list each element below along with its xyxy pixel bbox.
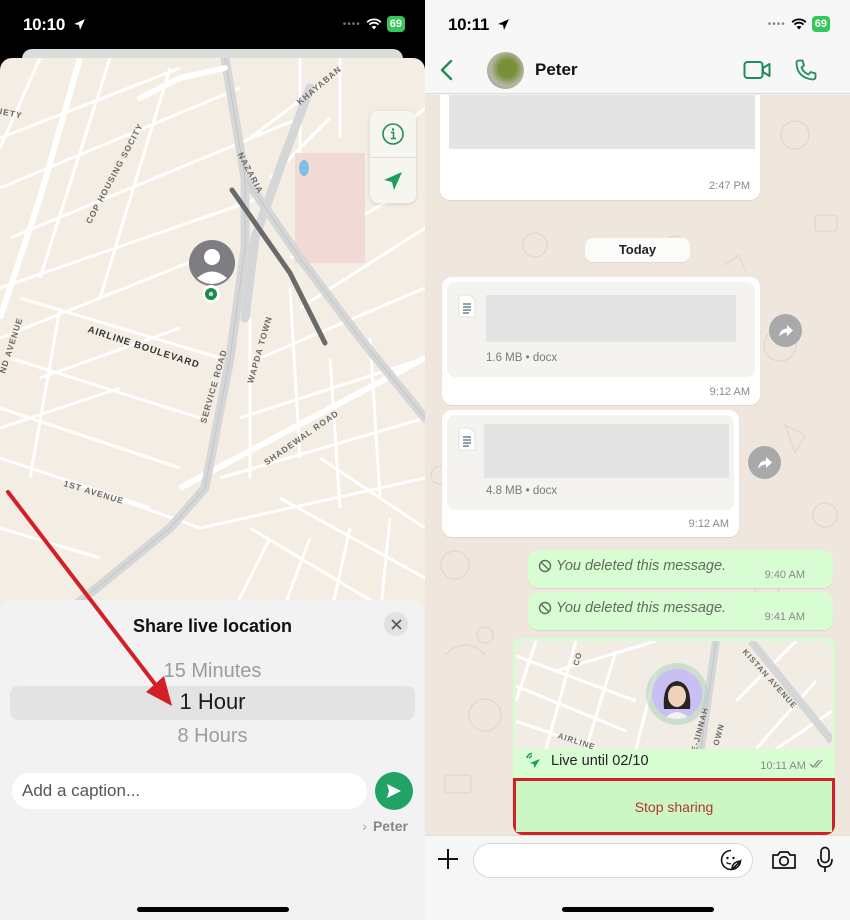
chat-messages[interactable]: 2:47 PM Today 1.6 MB • docx 9:12 AM 4.8 … [425,95,850,835]
document-card[interactable]: 4.8 MB • docx [447,415,734,510]
message-time: 9:12 AM [709,386,750,398]
forward-button[interactable] [769,314,802,347]
home-indicator [561,907,714,912]
double-check-icon [809,759,823,768]
status-bar: 10:10 •••• 69 [0,0,425,50]
status-bar: 10:11 •••• 69 [425,0,850,50]
cellular-signal-icon: •••• [342,18,361,30]
chat-screen: 10:11 •••• 69 Peter 2:47 PM Today 1.6 MB… [425,0,850,920]
forward-icon [757,456,772,469]
location-arrow-icon [384,171,402,190]
map-controls [370,111,416,203]
info-icon [382,123,404,145]
share-location-screen: 10:10 •••• 69 KHAYABAN COP HOUSING SOCIT… [0,0,425,920]
close-button[interactable] [384,612,408,636]
contact-name[interactable]: Peter [535,60,578,80]
caption-input[interactable] [12,773,367,809]
message-time: 9:40 AM [764,569,805,581]
deleted-message-text: You deleted this message. [538,558,726,574]
message-time: 10:11 AM [760,759,825,772]
chat-header: Peter [425,46,850,94]
send-button[interactable] [375,772,413,810]
deleted-message[interactable]: You deleted this message. 9:40 AM [528,550,833,588]
forward-button[interactable] [748,446,781,479]
user-location-pin[interactable] [188,240,236,306]
document-title-redacted [486,295,736,342]
forward-icon [778,324,793,337]
video-camera-icon[interactable] [743,59,771,81]
message-bubble-incoming[interactable]: 2:47 PM [440,95,760,200]
sticker-icon[interactable] [720,849,742,871]
live-location-map[interactable]: AIRLINE E-JINNAH KISTAN AVENUE OWN CO [516,641,832,749]
current-location-button[interactable] [370,157,416,203]
map-info-button[interactable] [370,111,416,157]
message-time: 2:47 PM [709,180,750,192]
location-services-icon [74,19,86,30]
message-time: 9:41 AM [764,611,805,623]
deleted-message-text: You deleted this message. [538,600,726,616]
media-preview [449,95,755,149]
cellular-signal-icon: •••• [767,18,786,30]
status-indicators: •••• 69 [343,16,405,32]
recipient-label: › Peter [362,818,408,834]
duration-option-selected[interactable]: 1 Hour [0,689,425,715]
map-view[interactable]: KHAYABAN COP HOUSING SOCITY NAZARIA AIRL… [0,58,425,618]
battery-indicator: 69 [811,16,830,32]
document-message[interactable]: 4.8 MB • docx 9:12 AM [442,410,739,537]
status-time: 10:10 [23,15,86,35]
live-location-icon [526,752,540,768]
message-input[interactable] [473,843,753,878]
live-location-message[interactable]: AIRLINE E-JINNAH KISTAN AVENUE OWN CO Li… [513,638,835,835]
date-separator: Today [585,238,690,262]
user-avatar [652,669,702,719]
camera-icon[interactable] [771,849,797,871]
message-time: 9:12 AM [688,518,729,530]
home-indicator [136,907,289,912]
map-streets [0,58,425,618]
blocked-icon [538,559,552,573]
deleted-message[interactable]: You deleted this message. 9:41 AM [528,592,833,630]
document-icon [458,294,476,318]
status-indicators: •••• 69 [768,16,830,32]
microphone-icon[interactable] [816,846,834,874]
document-meta: 1.6 MB • docx [486,352,558,364]
duration-option[interactable]: 15 Minutes [0,660,425,683]
contact-avatar[interactable] [487,52,524,89]
document-message[interactable]: 1.6 MB • docx 9:12 AM [442,277,760,405]
sheet-title: Share live location [132,616,293,636]
battery-indicator: 69 [386,16,405,32]
user-avatar-pin-icon [189,240,235,303]
send-icon [387,784,401,798]
document-icon [458,427,476,451]
chevron-right-icon: › [362,818,367,834]
close-icon [390,618,402,630]
chevron-left-icon[interactable] [437,58,457,82]
avatar-illustration [663,681,691,719]
duration-option[interactable]: 8 Hours [0,725,425,748]
document-title-redacted [484,424,729,478]
document-card[interactable]: 1.6 MB • docx [447,282,755,377]
blocked-icon [538,601,552,615]
wifi-icon [791,18,807,30]
wifi-icon [366,18,382,30]
stop-sharing-button[interactable]: Stop sharing [513,778,835,835]
message-composer [425,835,850,920]
location-services-icon [498,19,510,30]
live-location-status: Live until 02/10 [525,752,649,770]
plus-icon[interactable] [437,848,459,870]
status-time: 10:11 [448,15,510,35]
document-meta: 4.8 MB • docx [486,485,558,497]
share-live-location-sheet: Share live location 15 Minutes 1 Hour 8 … [0,600,425,920]
phone-icon[interactable] [794,58,818,82]
